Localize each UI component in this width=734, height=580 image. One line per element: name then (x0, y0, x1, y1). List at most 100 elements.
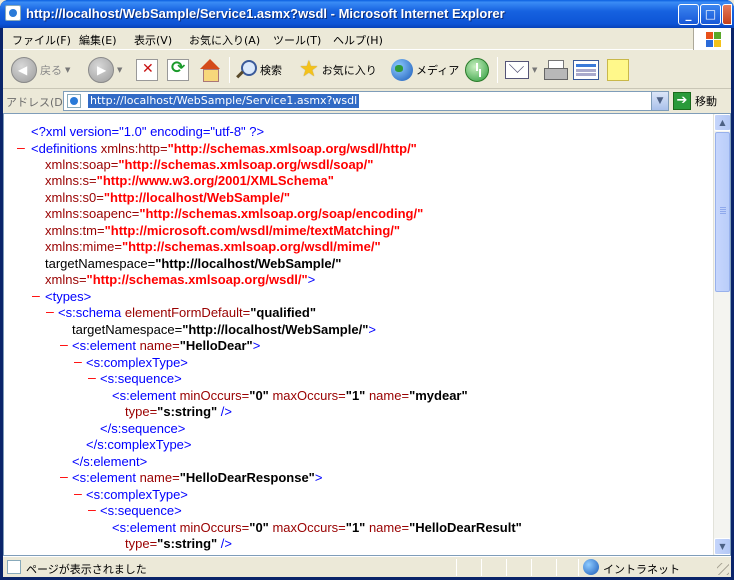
zone-icon (583, 559, 599, 575)
xml-attribute-line: targetNamespace="http://localhost/WebSam… (72, 322, 376, 337)
scroll-up-button[interactable]: ▲ (714, 114, 730, 131)
collapse-toggle[interactable]: – (74, 487, 82, 503)
collapse-toggle[interactable]: – (60, 470, 68, 486)
windows-logo-icon (693, 28, 731, 50)
minimize-button[interactable]: _ (678, 4, 699, 25)
edit-icon (573, 60, 599, 80)
stop-icon (136, 59, 158, 81)
vertical-scrollbar[interactable]: ▲ ▼ (713, 114, 730, 555)
home-button[interactable] (198, 55, 222, 85)
xml-element-line: <s:element minOccurs="0" maxOccurs="1" n… (112, 388, 468, 403)
xml-complextype-open: <s:complexType> (86, 487, 188, 502)
collapse-toggle[interactable]: – (74, 355, 82, 371)
status-page-icon (7, 560, 21, 574)
xml-types-open: <types> (45, 289, 92, 304)
menu-file[interactable]: ファイル(F) (12, 32, 71, 48)
xml-attribute-line: xmlns="http://schemas.xmlsoap.org/wsdl/"… (45, 272, 316, 287)
address-url[interactable]: http://localhost/WebSample/Service1.asmx… (88, 94, 360, 108)
xml-sequence-open: <s:sequence> (100, 503, 182, 518)
maximize-button[interactable]: □ (700, 4, 721, 25)
menu-tools[interactable]: ツール(T) (273, 32, 321, 48)
ie-page-icon (5, 5, 21, 21)
home-icon (198, 59, 222, 82)
status-divider (556, 559, 557, 576)
address-label: アドレス(D) (6, 96, 68, 109)
forward-icon (88, 57, 114, 83)
menu-favorites[interactable]: お気に入り(A) (189, 32, 260, 48)
print-icon (543, 60, 568, 80)
xml-attribute-line: xmlns:soap="http://schemas.xmlsoap.org/w… (45, 157, 374, 172)
menu-bar: ファイル(F) 編集(E) 表示(V) お気に入り(A) ツール(T) ヘルプ(… (3, 28, 731, 50)
xml-element-open: <s:element name="HelloDear"> (72, 338, 261, 353)
print-button[interactable] (543, 55, 568, 85)
xml-attribute-line: targetNamespace="http://localhost/WebSam… (45, 256, 342, 271)
address-input[interactable]: http://localhost/WebSample/Service1.asmx… (63, 91, 669, 111)
forward-button[interactable]: ▼ (88, 55, 122, 85)
menu-view[interactable]: 表示(V) (134, 32, 172, 48)
status-divider (456, 559, 457, 576)
collapse-toggle[interactable]: – (17, 141, 25, 157)
security-zone-label: イントラネット (603, 563, 680, 576)
stop-button[interactable] (136, 55, 158, 85)
xml-declaration: <?xml version="1.0" encoding="utf-8" ?> (31, 124, 265, 139)
xml-element-close: </s:element> (72, 454, 148, 469)
toolbar-separator (497, 57, 498, 83)
history-button[interactable] (465, 55, 489, 85)
xml-complextype-open: <s:complexType> (86, 355, 188, 370)
scroll-thumb[interactable] (715, 132, 730, 292)
xml-element-open: <s:element name="HelloDearResponse"> (72, 470, 323, 485)
ie-window: http://localhost/WebSample/Service1.asmx… (0, 0, 734, 580)
xml-attribute-line: xmlns:s="http://www.w3.org/2001/XMLSchem… (45, 173, 334, 188)
page-icon (67, 94, 81, 108)
status-divider (481, 559, 482, 576)
xml-sequence-close: </s:sequence> (100, 421, 186, 436)
media-icon (391, 59, 413, 81)
refresh-icon (167, 58, 189, 81)
resize-grip[interactable] (717, 563, 729, 575)
menu-help[interactable]: ヘルプ(H) (333, 32, 383, 48)
status-divider (531, 559, 532, 576)
collapse-toggle[interactable]: – (88, 371, 96, 387)
history-icon (465, 58, 489, 82)
xml-attribute-line: type="s:string" /> (125, 404, 232, 419)
search-button[interactable]: 検索 (235, 55, 282, 85)
favorites-label: お気に入り (321, 64, 377, 77)
standard-toolbar: 戻る ▼ ▼ 検索 ★ お気に入り (3, 51, 731, 89)
back-button[interactable]: 戻る ▼ (11, 55, 70, 85)
mail-dropdown-icon[interactable]: ▼ (532, 66, 537, 74)
xml-attribute-line: xmlns:s0="http://localhost/WebSample/" (45, 190, 291, 205)
back-icon (11, 57, 37, 83)
status-text: ページが表示されました (26, 563, 147, 576)
xml-schema-open: <s:schema elementFormDefault="qualified" (58, 305, 316, 320)
forward-dropdown-icon[interactable]: ▼ (117, 66, 122, 74)
discuss-button[interactable] (607, 55, 629, 85)
edit-button[interactable] (573, 55, 599, 85)
collapse-toggle[interactable]: – (88, 503, 96, 519)
collapse-toggle[interactable]: – (32, 289, 40, 305)
xml-attribute-line: xmlns:tm="http://microsoft.com/wsdl/mime… (45, 223, 401, 238)
xml-attribute-line: xmlns:soapenc="http://schemas.xmlsoap.or… (45, 206, 424, 221)
collapse-toggle[interactable]: – (46, 305, 54, 321)
go-button[interactable]: ➔ 移動 (673, 91, 717, 111)
refresh-button[interactable] (167, 55, 189, 85)
search-icon (235, 59, 257, 81)
menu-edit[interactable]: 編集(E) (79, 32, 117, 48)
toolbar-separator (229, 57, 230, 83)
back-dropdown-icon[interactable]: ▼ (65, 66, 70, 74)
xml-element-line: <s:element minOccurs="0" maxOccurs="1" n… (112, 520, 522, 535)
document-viewport[interactable]: <?xml version="1.0" encoding="utf-8" ?> … (3, 113, 731, 556)
status-divider (506, 559, 507, 576)
xml-attribute-line: xmlns:mime="http://schemas.xmlsoap.org/w… (45, 239, 381, 254)
media-button[interactable]: メディア (391, 55, 459, 85)
address-dropdown-icon[interactable]: ▼ (651, 92, 668, 110)
scroll-down-button[interactable]: ▼ (714, 538, 730, 555)
go-icon: ➔ (673, 92, 691, 110)
xml-complextype-close: </s:complexType> (86, 437, 192, 452)
mail-button[interactable]: ▼ (505, 55, 537, 85)
favorites-button[interactable]: ★ お気に入り (299, 55, 377, 85)
title-bar[interactable]: http://localhost/WebSample/Service1.asmx… (0, 0, 734, 28)
collapse-toggle[interactable]: – (60, 338, 68, 354)
xml-sequence-open: <s:sequence> (100, 371, 182, 386)
status-bar: ページが表示されました イントラネット (3, 556, 731, 577)
close-button[interactable] (722, 4, 732, 25)
